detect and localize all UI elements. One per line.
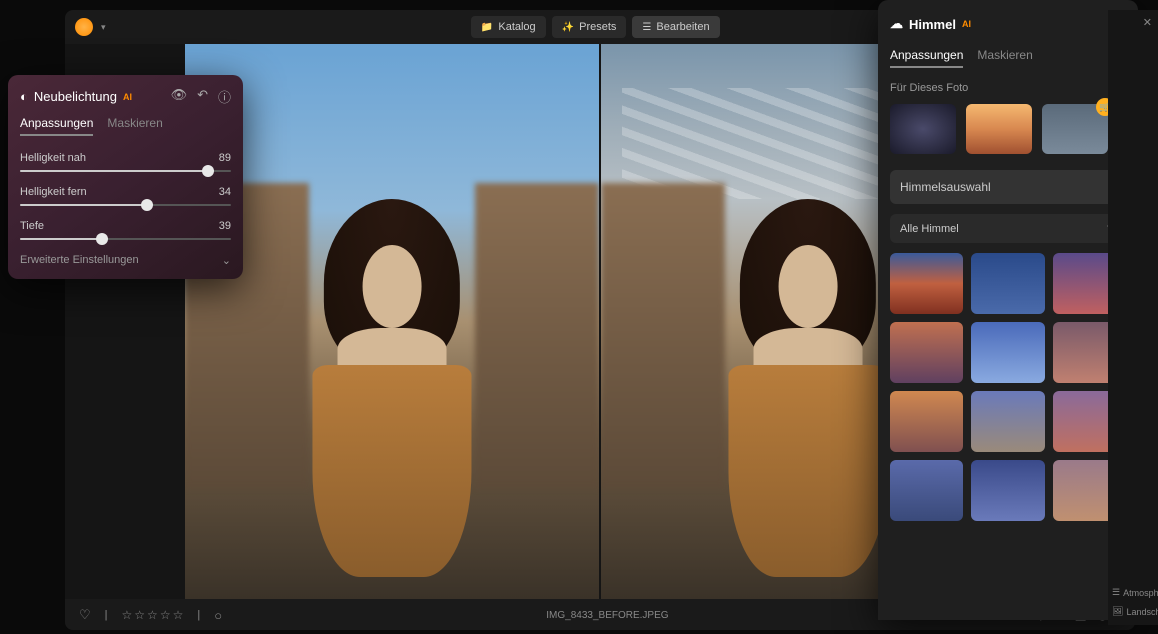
sky-suggestion-thumb[interactable]	[890, 104, 956, 154]
close-icon[interactable]: ✕	[1143, 16, 1152, 29]
himmel-panel: ☁ Himmel AI ⓘ Anpassungen Maskieren Für …	[878, 0, 1138, 620]
slider-helligkeit-nah: Helligkeit nah89	[20, 152, 231, 172]
sky-suggestion-thumb[interactable]	[966, 104, 1032, 154]
chevron-down-icon: ⌄	[222, 254, 231, 267]
tab-maskieren[interactable]: Maskieren	[107, 116, 162, 136]
katalog-button[interactable]: 📁Katalog	[471, 16, 546, 38]
sky-thumb[interactable]	[971, 460, 1044, 521]
sky-thumb[interactable]	[971, 391, 1044, 452]
sky-thumb[interactable]	[890, 391, 963, 452]
slider-track[interactable]	[20, 238, 231, 240]
undo-icon[interactable]: ↶	[197, 87, 208, 106]
sky-thumb[interactable]	[890, 460, 963, 521]
advanced-settings-toggle[interactable]: Erweiterte Einstellungen⌄	[20, 254, 231, 267]
chevron-down-icon[interactable]: ▾	[101, 22, 106, 33]
suggested-label: Für Dieses Foto	[890, 82, 1126, 94]
right-edge-strip: ✕ ☰AtmosphäreAI 🖼Landschaft	[1108, 10, 1158, 625]
sky-thumb[interactable]	[890, 253, 963, 314]
sky-category-dropdown[interactable]: Alle Himmel⇅	[890, 214, 1126, 243]
panel-title: Neubelichtung	[34, 89, 117, 104]
sparkle-icon: ✨	[562, 22, 574, 33]
app-logo-icon[interactable]	[75, 18, 93, 36]
panel-title: Himmel	[909, 17, 956, 32]
slider-track[interactable]	[20, 170, 231, 172]
star-icon[interactable]: ☆	[134, 608, 145, 622]
relight-icon: ◐	[20, 89, 28, 104]
slider-helligkeit-fern: Helligkeit fern34	[20, 186, 231, 206]
presets-button[interactable]: ✨Presets	[552, 16, 627, 38]
divider: |	[197, 609, 200, 621]
atmosphere-tool[interactable]: ☰AtmosphäreAI	[1112, 587, 1154, 598]
rating-stars[interactable]: ☆ ☆ ☆ ☆ ☆	[122, 608, 184, 622]
sky-thumb[interactable]	[971, 253, 1044, 314]
landscape-tool[interactable]: 🖼Landschaft	[1112, 606, 1154, 617]
slider-track[interactable]	[20, 204, 231, 206]
neubelichtung-panel: ◐ Neubelichtung AI 👁 ↶ ⓘ Anpassungen Mas…	[8, 75, 243, 279]
cloud-icon: ☁	[890, 16, 903, 32]
divider: |	[105, 609, 108, 621]
sky-selector-button[interactable]: Himmelsauswahl⌄	[890, 170, 1126, 204]
slider-thumb[interactable]	[202, 165, 214, 177]
ai-badge: AI	[123, 92, 132, 102]
sliders-icon: ☰	[1112, 587, 1120, 598]
tab-anpassungen[interactable]: Anpassungen	[20, 116, 93, 136]
visibility-icon[interactable]: 👁	[171, 87, 188, 106]
star-icon[interactable]: ☆	[147, 608, 158, 622]
sky-grid	[890, 253, 1126, 521]
sky-thumb[interactable]	[890, 322, 963, 383]
info-icon[interactable]: ⓘ	[218, 87, 231, 106]
sky-thumb[interactable]	[971, 322, 1044, 383]
star-icon[interactable]: ☆	[122, 608, 133, 622]
color-label-icon[interactable]: ○	[214, 608, 222, 623]
before-image[interactable]	[185, 44, 599, 599]
star-icon[interactable]: ☆	[173, 608, 184, 622]
image-icon: 🖼	[1112, 606, 1123, 617]
star-icon[interactable]: ☆	[160, 608, 171, 622]
ai-badge: AI	[962, 19, 971, 29]
slider-thumb[interactable]	[141, 199, 153, 211]
bearbeiten-button[interactable]: ☰Bearbeiten	[632, 16, 719, 38]
slider-tiefe: Tiefe39	[20, 220, 231, 240]
sky-suggestion-thumb[interactable]: 🛒	[1042, 104, 1108, 154]
slider-thumb[interactable]	[96, 233, 108, 245]
tab-anpassungen[interactable]: Anpassungen	[890, 48, 963, 68]
tab-maskieren[interactable]: Maskieren	[977, 48, 1032, 68]
folder-icon: 📁	[481, 22, 493, 33]
favorite-icon[interactable]: ♡	[79, 607, 91, 623]
sliders-icon: ☰	[642, 22, 651, 33]
